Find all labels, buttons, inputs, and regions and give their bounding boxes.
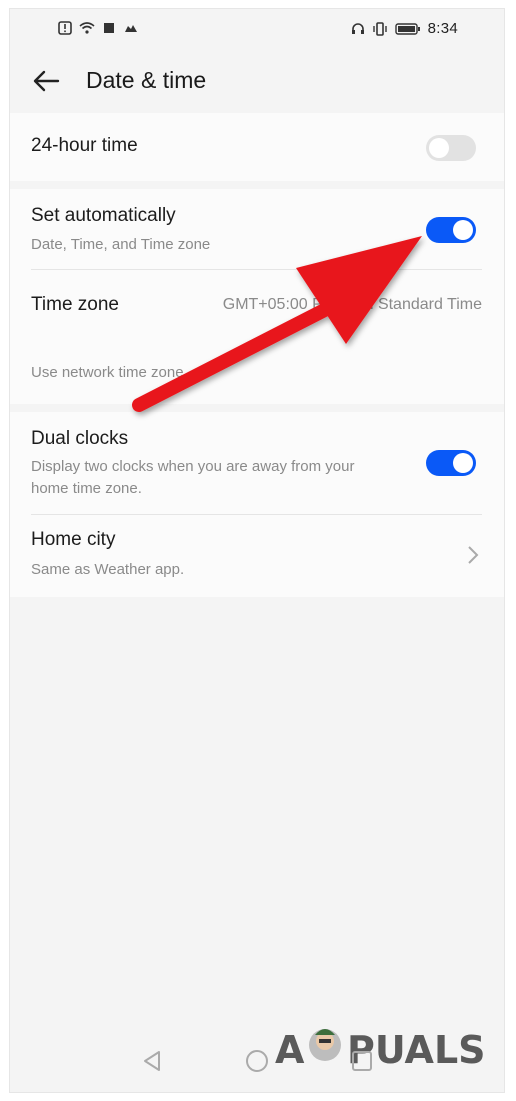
navigation-bar	[10, 1029, 504, 1089]
row-set-automatically[interactable]: Set automatically Date, Time, and Time z…	[10, 189, 504, 269]
row-dual-clocks[interactable]: Dual clocks Display two clocks when you …	[10, 412, 504, 514]
toggle-knob	[429, 138, 449, 158]
row-title: Set automatically	[31, 205, 176, 226]
toggle-knob	[453, 453, 473, 473]
toggle-dual-clocks[interactable]	[426, 450, 476, 476]
alert-icon	[58, 21, 72, 35]
headset-icon	[351, 22, 364, 34]
back-arrow-icon	[33, 70, 60, 92]
time-zone-value: GMT+05:00 Pakistan Standard Time	[222, 296, 482, 313]
row-subtitle: Date, Time, and Time zone	[31, 236, 211, 253]
card-24-hour: 24-hour time	[10, 113, 504, 181]
row-home-city[interactable]: Home city Same as Weather app.	[10, 515, 504, 597]
row-subtitle: Display two clocks when you are away fro…	[31, 458, 355, 497]
row-title: Time zone	[31, 294, 119, 315]
row-title: Home city	[31, 529, 116, 550]
notification-icon	[104, 23, 114, 33]
row-time-zone[interactable]: Time zone GMT+05:00 Pakistan Standard Ti…	[10, 270, 504, 404]
toggle-set-automatically[interactable]	[426, 217, 476, 243]
nav-back-button[interactable]	[132, 1041, 172, 1081]
chevron-right-icon	[468, 546, 479, 564]
battery-icon	[394, 22, 420, 35]
vibrate-icon	[372, 21, 387, 36]
card-dual-clocks: Dual clocks Display two clocks when you …	[10, 412, 504, 597]
status-left-icons	[58, 21, 139, 35]
toggle-knob	[453, 220, 473, 240]
recents-square-icon	[352, 1051, 372, 1071]
row-24-hour-time[interactable]: 24-hour time	[10, 113, 504, 181]
wifi-icon	[79, 22, 95, 34]
status-right-icons: 8:34	[351, 20, 458, 37]
status-time: 8:34	[427, 20, 458, 37]
toggle-24-hour-time[interactable]	[426, 135, 476, 161]
row-title: 24-hour time	[31, 135, 138, 156]
row-subtitle: Same as Weather app.	[31, 561, 185, 578]
status-bar: 8:34	[10, 9, 504, 49]
back-triangle-icon	[144, 1051, 160, 1071]
phone-screen: 8:34 Date & time 24-hour time Set automa…	[10, 9, 504, 1092]
nav-recents-button[interactable]	[342, 1041, 382, 1081]
nav-home-button[interactable]	[237, 1041, 277, 1081]
card-automatic-time: Set automatically Date, Time, and Time z…	[10, 189, 504, 404]
back-button[interactable]	[26, 63, 66, 99]
page-title: Date & time	[86, 67, 207, 93]
cloud-icon	[125, 25, 137, 32]
app-header: Date & time	[10, 49, 504, 113]
home-circle-icon	[246, 1050, 268, 1072]
row-subtitle: Use network time zone	[31, 364, 184, 381]
row-title: Dual clocks	[31, 428, 129, 449]
